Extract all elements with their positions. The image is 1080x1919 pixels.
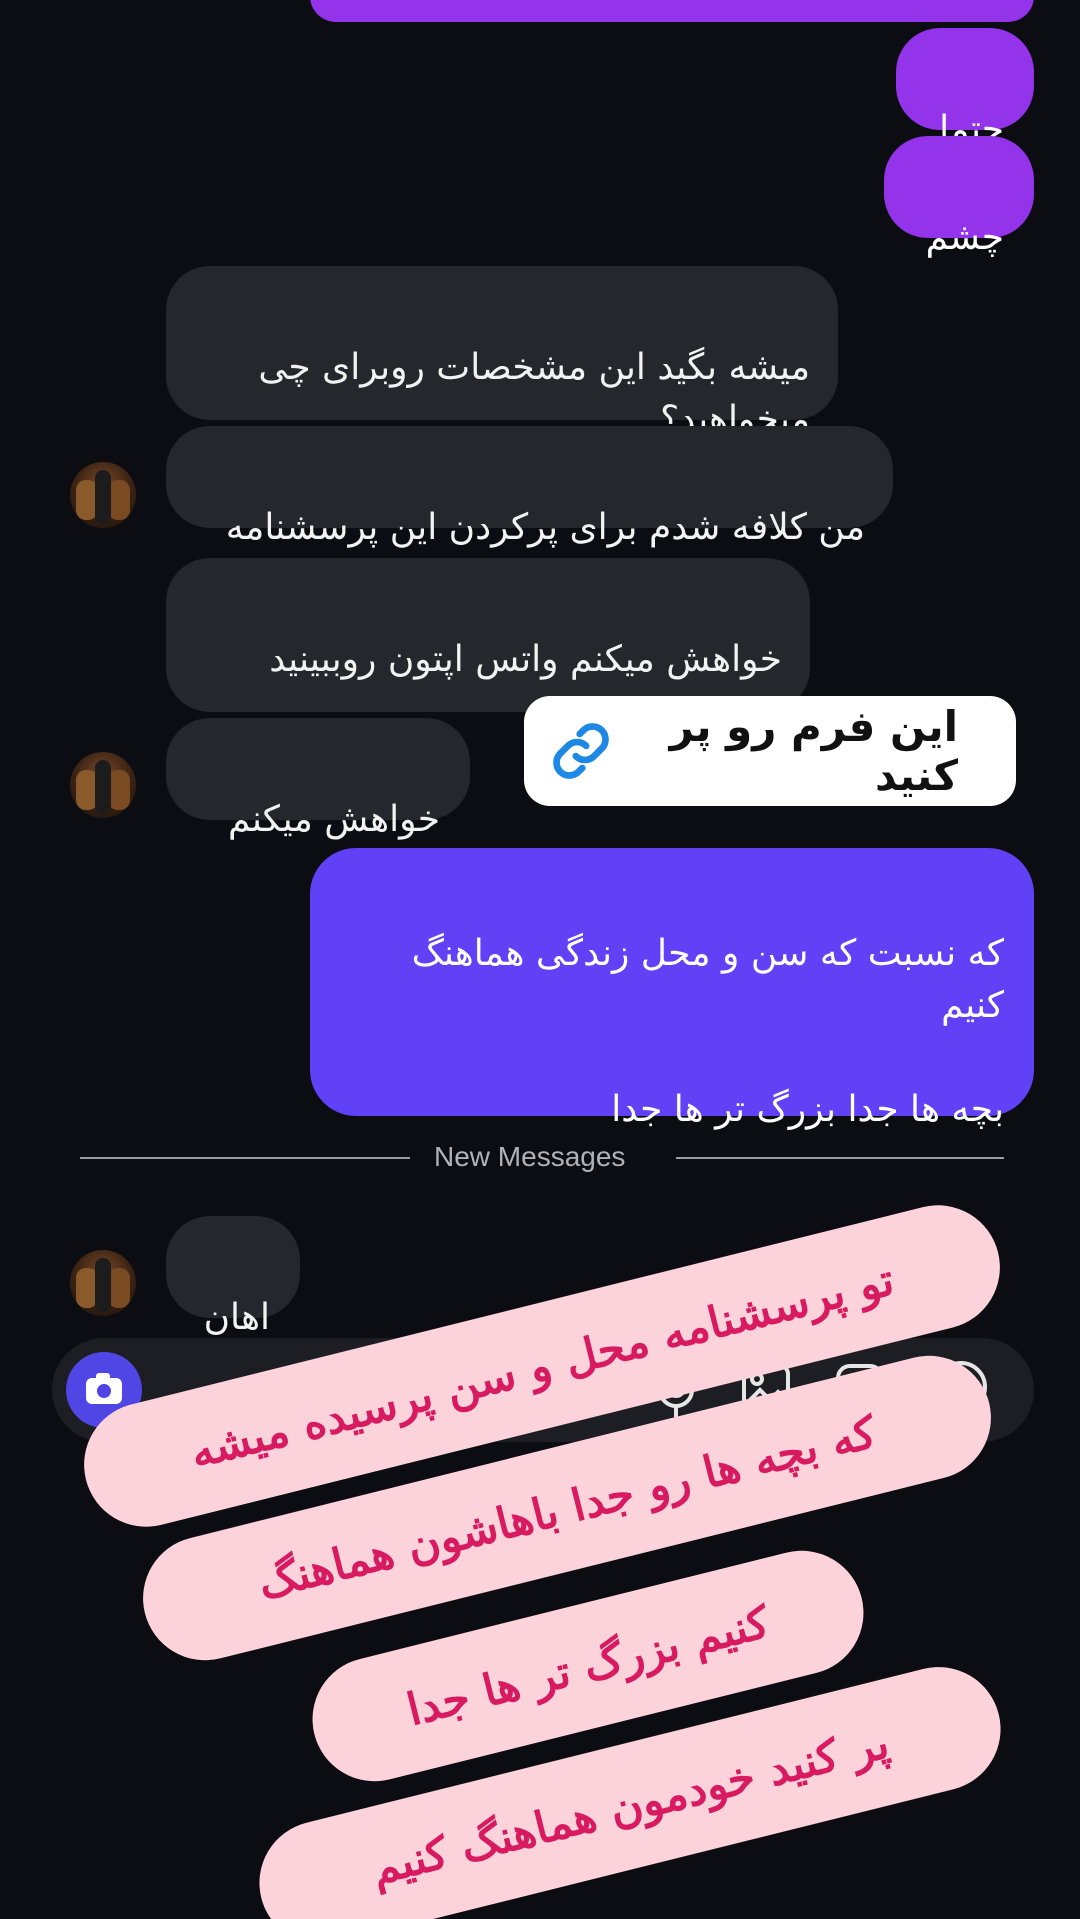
received-message-bubble[interactable]: خواهش میکنم واتس اپتون روببینید هروقت می… (166, 558, 810, 732)
sent-message-text: چشم (925, 217, 1004, 258)
received-message-bubble[interactable]: میشه بگید این مشخصات روبرای چی میخواهید؟ (166, 266, 838, 440)
sender-avatar[interactable] (70, 1250, 136, 1316)
link-icon (550, 720, 612, 782)
sent-message-bubble[interactable]: چشم (884, 136, 1034, 258)
link-card-text: این فرم رو پر کنید (669, 702, 958, 800)
new-messages-divider: New Messages (434, 1141, 626, 1172)
sender-avatar[interactable] (70, 462, 136, 528)
link-card[interactable]: این فرم رو پر کنید (524, 696, 1016, 806)
sent-message-text: که نسبت که سن و محل زندگی هماهنگ کنیم بچ… (411, 933, 1004, 1130)
received-message-bubble[interactable]: خواهش میکنم (166, 718, 470, 840)
received-message-text: خواهش میکنم (227, 799, 440, 840)
sent-message-bubble[interactable]: حتما (896, 28, 1034, 150)
sticker-text: کنیم بزرگ تر ها جدا (401, 1596, 775, 1736)
received-message-text: من کلافه شدم برای پرکردن این پرسشنامه (225, 507, 865, 548)
divider-line-left (80, 1157, 410, 1159)
sent-message-bubble[interactable]: که نسبت که سن و محل زندگی هماهنگ کنیم بچ… (310, 848, 1034, 1130)
sender-avatar[interactable] (70, 752, 136, 818)
sent-message-bubble-partial[interactable] (310, 0, 1034, 22)
divider-line-right (676, 1157, 1004, 1159)
received-message-text: اهان (203, 1297, 270, 1338)
received-message-bubble[interactable]: اهان (166, 1216, 300, 1338)
received-message-bubble[interactable]: من کلافه شدم برای پرکردن این پرسشنامه (166, 426, 893, 548)
